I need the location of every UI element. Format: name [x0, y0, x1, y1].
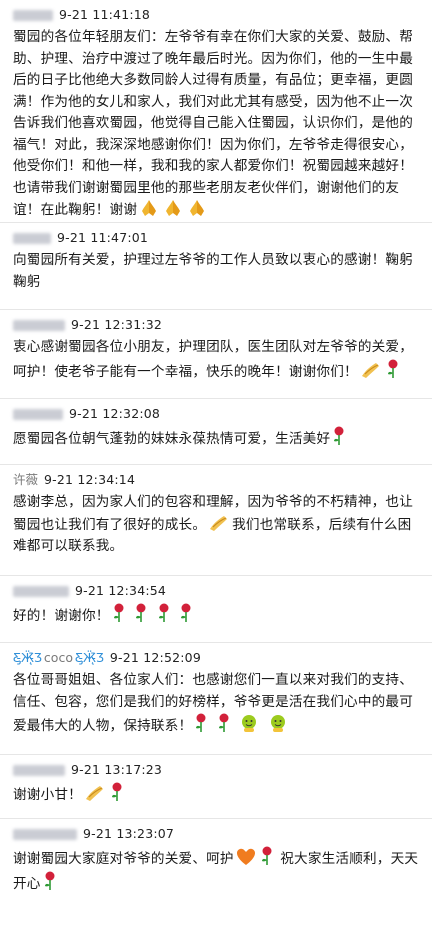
blurred-username	[13, 585, 69, 597]
comment-item: 9-21 12:34:54 好的！谢谢你！	[0, 576, 432, 643]
comment-header: 9-21 13:17:23	[13, 755, 422, 779]
comment-timestamp: 9-21 12:52:09	[109, 650, 201, 665]
comment-text: 谢谢蜀园大家庭对爷爷的关爱、呵护 祝大家生活顺利，天天开心	[13, 846, 422, 905]
clap-emoji-icon	[208, 514, 230, 532]
rose-emoji-icon	[332, 426, 346, 446]
comment-header: 9-21 13:23:07	[13, 819, 422, 843]
comment-timestamp: 9-21 13:23:07	[83, 826, 175, 841]
comment-text: 感谢李总，因为家人们的包容和理解，因为爷爷的不朽精神，也让蜀园也让我们有了很好的…	[13, 494, 414, 554]
rose-emoji-icon	[43, 871, 57, 891]
comment-item: 9-21 12:32:08 愿蜀园各位朝气蓬勃的妹妹永葆热情可爱，生活美好	[0, 399, 432, 465]
comment-header: 9-21 12:34:54	[13, 576, 422, 600]
comment-timestamp: 9-21 12:32:08	[69, 406, 161, 421]
butterfly-icon: Ƹ̵̡Ӝ̵̨̄Ʒ	[74, 651, 104, 665]
rose-emoji-icon	[217, 713, 231, 733]
blurred-username	[13, 232, 51, 244]
comment-text: 各位哥哥姐姐、各位家人们：也感谢您们一直以来对我们的支持、信任、包容，您们是我们…	[13, 672, 414, 734]
comment-item: Ƹ̵̡Ӝ̵̨̄Ʒ coco Ƹ̵̡Ӝ̵̨̄Ʒ 9-21 12:52:09 各位哥…	[0, 643, 432, 755]
blurred-username	[13, 764, 65, 776]
comment-username: coco	[43, 650, 73, 665]
comment-item: 9-21 11:47:01 向蜀园所有关爱，护理过左爷爷的工作人员致以衷心的感谢…	[0, 223, 432, 310]
comment-timestamp: 9-21 13:17:23	[71, 762, 163, 777]
comment-text: 衷心感谢蜀园各位小朋友，护理团队，医生团队对左爷爷的关爱，呵护！使老爷子能有一个…	[13, 339, 414, 380]
rose-emoji-icon	[134, 603, 148, 623]
comment-header: 9-21 12:31:32	[13, 310, 422, 334]
comment-timestamp: 9-21 12:34:14	[44, 472, 136, 487]
rose-emoji-icon	[260, 846, 274, 866]
comment-header: 9-21 11:47:01	[13, 223, 422, 247]
comment-text: 蜀园的各位年轻朋友们：左爷爷有幸在你们大家的关爱、鼓励、帮助、护理、治疗中渡过了…	[13, 29, 414, 218]
rose-emoji-icon	[194, 713, 208, 733]
comment-item: 9-21 13:23:07 谢谢蜀园大家庭对爷爷的关爱、呵护 祝大家生活顺利，天…	[0, 819, 432, 899]
comment-item: 9-21 13:17:23 谢谢小甘！	[0, 755, 432, 819]
clap-emoji-icon	[84, 784, 106, 802]
comment-feed: 9-21 11:41:18 蜀园的各位年轻朋友们：左爷爷有幸在你们大家的关爱、鼓…	[0, 0, 432, 899]
rose-emoji-icon	[179, 603, 193, 623]
comment-timestamp: 9-21 12:31:32	[71, 317, 163, 332]
smiley-emoji-icon	[268, 713, 288, 733]
comment-item: 9-21 11:41:18 蜀园的各位年轻朋友们：左爷爷有幸在你们大家的关爱、鼓…	[0, 0, 432, 223]
blurred-username	[13, 828, 77, 840]
blurred-username	[13, 9, 53, 21]
blurred-username	[13, 319, 65, 331]
comment-header: 9-21 11:41:18	[13, 0, 422, 24]
clap-emoji-icon	[360, 361, 382, 379]
comment-timestamp: 9-21 11:47:01	[57, 230, 149, 245]
pray-emoji-icon	[187, 199, 207, 217]
comment-item: 9-21 12:31:32 衷心感谢蜀园各位小朋友，护理团队，医生团队对左爷爷的…	[0, 310, 432, 399]
pray-emoji-icon	[139, 199, 159, 217]
rose-emoji-icon	[157, 603, 171, 623]
rose-emoji-icon	[386, 359, 400, 379]
comment-header: 许薇 9-21 12:34:14	[13, 465, 422, 489]
comment-header: Ƹ̵̡Ӝ̵̨̄Ʒ coco Ƹ̵̡Ӝ̵̨̄Ʒ 9-21 12:52:09	[13, 643, 422, 667]
butterfly-icon: Ƹ̵̡Ӝ̵̨̄Ʒ	[13, 651, 42, 665]
comment-item: 许薇 9-21 12:34:14 感谢李总，因为家人们的包容和理解，因为爷爷的不…	[0, 465, 432, 576]
rose-emoji-icon	[110, 782, 124, 802]
smiley-emoji-icon	[239, 713, 259, 733]
pray-emoji-icon	[163, 199, 183, 217]
comment-text: 向蜀园所有关爱，护理过左爷爷的工作人员致以衷心的感谢！鞠躬鞠躬	[13, 252, 414, 290]
blurred-username	[13, 408, 63, 420]
rose-emoji-icon	[112, 603, 126, 623]
comment-text: 好的！谢谢你！	[13, 603, 422, 638]
comment-text: 谢谢小甘！	[13, 782, 422, 817]
comment-username: 许薇	[13, 472, 39, 487]
heart-emoji-icon	[236, 848, 256, 866]
comment-text: 愿蜀园各位朝气蓬勃的妹妹永葆热情可爱，生活美好	[13, 426, 422, 461]
comment-timestamp: 9-21 12:34:54	[75, 583, 167, 598]
comment-timestamp: 9-21 11:41:18	[59, 7, 151, 22]
comment-header: 9-21 12:32:08	[13, 399, 422, 423]
